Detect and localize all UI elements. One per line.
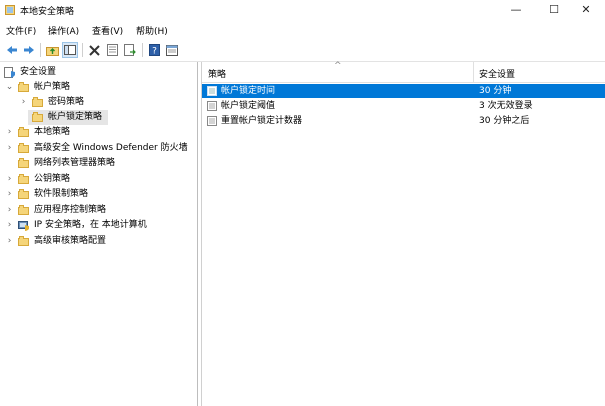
tree-label: 高级安全 Windows Defender 防火墙 (34, 143, 188, 153)
minimize-button[interactable]: — (497, 0, 535, 20)
folder-open-icon (32, 112, 44, 123)
chevron-right-icon[interactable]: › (5, 234, 14, 249)
toolbar-separator (82, 43, 83, 57)
tree-label: IP 安全策略，在 本地计算机 (34, 220, 147, 230)
table-row[interactable]: 帐户锁定阈值 3 次无效登录 (202, 99, 605, 113)
policy-name: 重置帐户锁定计数器 (221, 116, 303, 126)
chevron-right-icon[interactable]: › (5, 218, 14, 233)
window-title: 本地安全策略 (20, 7, 75, 17)
sort-ascending-icon: ^ (334, 61, 342, 71)
title-bar[interactable]: 本地安全策略 — ☐ ✕ (0, 0, 605, 20)
policy-setting-value: 30 分钟 (479, 86, 512, 96)
policy-list-pane: 策略 ^ 安全设置 帐户锁定时间 30 分钟 帐户锁定阈值 3 次无效登录 重置… (201, 61, 605, 406)
tree-label: 软件限制策略 (34, 189, 89, 199)
column-header-security-setting[interactable]: 安全设置 (479, 67, 515, 80)
folder-icon (18, 127, 30, 138)
tree-item-account-policies[interactable]: ⌄ 帐户策略 (0, 80, 196, 95)
chevron-down-icon[interactable]: ⌄ (5, 80, 14, 95)
app-icon (5, 5, 15, 15)
tree-label: 安全设置 (20, 67, 57, 77)
tree-pane: 安全设置 ⌄ 帐户策略 › 密码策略 帐户锁定策略 › 本地策略 › 高级安全 … (0, 62, 198, 406)
table-row[interactable]: 帐户锁定时间 30 分钟 (202, 84, 605, 98)
menu-view[interactable]: 查看(V) (92, 24, 123, 37)
chevron-right-icon[interactable]: › (19, 95, 28, 110)
list-header: 策略 ^ 安全设置 (202, 61, 605, 83)
tree-label: 帐户锁定策略 (48, 112, 103, 122)
policy-setting-value: 30 分钟之后 (479, 116, 530, 126)
menu-file[interactable]: 文件(F) (6, 24, 36, 37)
toolbar-separator (40, 43, 41, 57)
up-folder-icon[interactable] (44, 42, 60, 58)
tree-item-public-key-policies[interactable]: › 公钥策略 (0, 172, 196, 187)
chevron-right-icon[interactable]: › (5, 203, 14, 218)
folder-icon (18, 236, 30, 247)
local-security-policy-window: 本地安全策略 — ☐ ✕ 文件(F) 操作(A) 查看(V) 帮助(H) ? 安… (0, 0, 605, 406)
tree-item-password-policy[interactable]: › 密码策略 (0, 95, 196, 110)
tree-item-network-list-manager[interactable]: 网络列表管理器策略 (0, 156, 196, 171)
help-icon[interactable]: ? (146, 42, 162, 58)
properties-icon[interactable] (104, 42, 120, 58)
table-row[interactable]: 重置帐户锁定计数器 30 分钟之后 (202, 114, 605, 128)
chevron-right-icon[interactable]: › (5, 125, 14, 140)
delete-icon[interactable] (86, 42, 102, 58)
policy-setting-icon (207, 86, 217, 96)
tree-label: 高级审核策略配置 (34, 236, 107, 246)
ip-security-icon (18, 221, 29, 231)
tree-label: 网络列表管理器策略 (34, 158, 116, 168)
console-icon[interactable] (164, 42, 180, 58)
chevron-right-icon[interactable]: › (5, 141, 14, 156)
folder-icon (18, 143, 30, 154)
menu-help[interactable]: 帮助(H) (136, 24, 168, 37)
menu-bar: 文件(F) 操作(A) 查看(V) 帮助(H) (0, 21, 605, 38)
back-icon[interactable] (4, 42, 20, 58)
tree-item-advanced-audit-policy[interactable]: › 高级审核策略配置 (0, 234, 196, 249)
toolbar-separator (142, 43, 143, 57)
folder-icon (18, 174, 30, 185)
tree-root-security-settings[interactable]: 安全设置 (0, 65, 196, 80)
policy-setting-icon (207, 116, 217, 126)
chevron-right-icon[interactable]: › (5, 172, 14, 187)
tree-item-local-policies[interactable]: › 本地策略 (0, 125, 196, 140)
tree-label: 密码策略 (48, 97, 85, 107)
column-header-policy[interactable]: 策略 (208, 67, 226, 80)
tree-item-application-control[interactable]: › 应用程序控制策略 (0, 203, 196, 218)
folder-icon (18, 189, 30, 200)
tree-item-account-lockout-policy[interactable]: 帐户锁定策略 (28, 110, 108, 125)
toolbar: ? (0, 39, 605, 62)
security-settings-icon (4, 67, 15, 78)
svg-text:?: ? (152, 47, 157, 57)
tree-item-windows-defender-firewall[interactable]: › 高级安全 Windows Defender 防火墙 (0, 141, 196, 156)
tree-item-software-restriction[interactable]: › 软件限制策略 (0, 187, 196, 202)
folder-open-icon (18, 82, 30, 93)
folder-icon (18, 205, 30, 216)
policy-name: 帐户锁定阈值 (221, 101, 276, 111)
chevron-right-icon[interactable]: › (5, 187, 14, 202)
show-hide-tree-icon[interactable] (62, 42, 78, 58)
tree-label: 帐户策略 (34, 82, 71, 92)
tree-label: 公钥策略 (34, 174, 71, 184)
export-list-icon[interactable] (122, 42, 138, 58)
close-button[interactable]: ✕ (567, 0, 605, 20)
policy-name: 帐户锁定时间 (221, 86, 276, 96)
policy-setting-value: 3 次无效登录 (479, 101, 533, 111)
folder-icon (18, 158, 30, 169)
tree-label: 本地策略 (34, 127, 71, 137)
policy-setting-icon (207, 101, 217, 111)
column-divider[interactable] (473, 62, 474, 82)
folder-icon (32, 97, 44, 108)
tree-label: 应用程序控制策略 (34, 205, 107, 215)
menu-action[interactable]: 操作(A) (48, 24, 79, 37)
forward-icon[interactable] (21, 42, 37, 58)
tree-item-ip-security-policies[interactable]: › IP 安全策略，在 本地计算机 (0, 218, 196, 233)
